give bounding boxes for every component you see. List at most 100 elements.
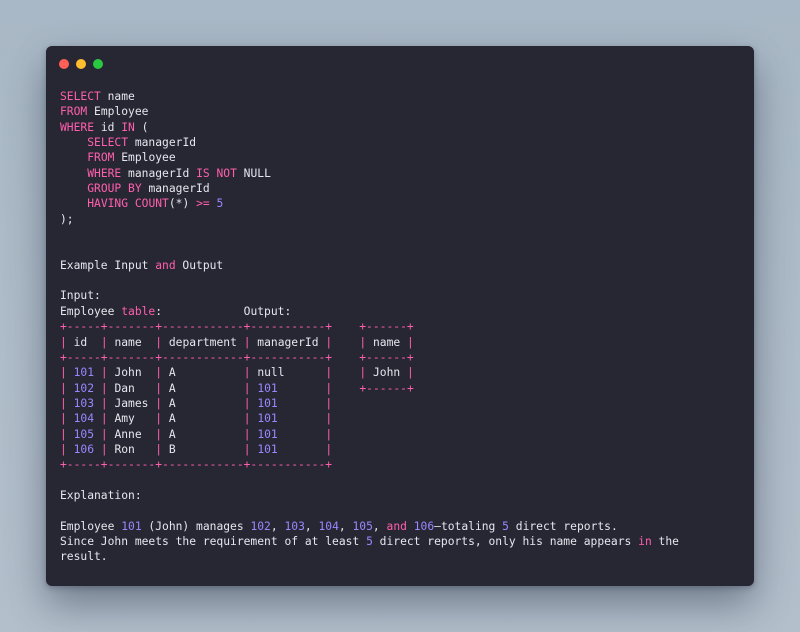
code-line: Explanation:: [60, 488, 679, 503]
code-token: |: [243, 427, 251, 441]
code-token: +-----+-------+------------+-----------+…: [60, 350, 414, 364]
code-token: ,: [304, 519, 319, 533]
code-token: 5: [366, 534, 373, 548]
code-token: |: [243, 412, 251, 426]
code-token: 5: [216, 197, 224, 211]
code-token: Employee: [87, 105, 149, 119]
code-token: A: [162, 396, 244, 410]
code-line: | 106 | Ron | B | 101 |: [60, 442, 679, 457]
code-token: 5: [502, 519, 509, 533]
code-token: |: [406, 335, 414, 349]
code-line: | 101 | John | A | null | | John |: [60, 365, 679, 380]
code-line: ​: [60, 503, 679, 518]
code-token: 101: [257, 427, 278, 441]
code-token: ,: [270, 519, 285, 533]
code-token: 105: [73, 427, 95, 441]
code-token: Explanation:: [60, 488, 142, 502]
code-token: |: [407, 366, 414, 380]
code-token: |: [325, 442, 333, 456]
code-token: : Output:: [155, 304, 292, 318]
code-line: GROUP BY managerId: [60, 181, 679, 196]
code-token: A: [162, 381, 244, 395]
code-line: Example Input and Output: [60, 258, 679, 273]
code-token: |: [100, 442, 108, 456]
code-token: SELECT: [87, 136, 129, 150]
window-controls: [59, 59, 103, 69]
code-line: | 102 | Dan | A | 101 | +------+: [60, 381, 679, 396]
code-token: result.: [60, 550, 108, 564]
code-token: A: [162, 412, 244, 426]
code-token: 101: [121, 519, 142, 533]
code-token: department: [162, 335, 244, 349]
code-token: |: [100, 427, 108, 441]
code-line: | 103 | James | A | 101 |: [60, 396, 679, 411]
code-token: ,: [372, 519, 387, 533]
code-token: managerId: [128, 136, 197, 150]
code-token: Ron: [107, 442, 156, 456]
code-token: 103: [73, 396, 95, 410]
code-line: | 104 | Amy | A | 101 |: [60, 411, 679, 426]
code-token: |: [325, 412, 333, 426]
code-line: | id | name | department | managerId | |…: [60, 335, 679, 350]
code-token: 101: [73, 366, 95, 380]
code-line: +-----+-------+------------+-----------+…: [60, 350, 679, 365]
code-token: );: [60, 212, 74, 226]
code-token: |: [60, 335, 67, 349]
code-token: GROUP BY: [87, 182, 142, 196]
code-token: +-----+-------+------------+-----------+: [60, 458, 333, 472]
code-token: COUNT: [134, 197, 169, 211]
code-line: WHERE managerId IS NOT NULL: [60, 166, 679, 181]
code-token: Amy: [107, 412, 156, 426]
code-token: 102: [250, 519, 271, 533]
code-token: |: [60, 366, 67, 380]
code-token: |: [243, 442, 251, 456]
code-token: IS NOT: [196, 166, 237, 180]
code-token: +------+: [359, 381, 414, 395]
code-token: |: [60, 412, 67, 426]
code-token: and: [155, 258, 176, 272]
code-token: NULL: [236, 166, 271, 180]
code-token: 106: [73, 442, 95, 456]
code-line: Employee 101 (John) manages 102, 103, 10…: [60, 519, 679, 534]
code-token: FROM: [87, 151, 115, 165]
code-token: Since John meets the requirement of at l…: [60, 534, 367, 548]
code-token: A: [162, 366, 244, 380]
code-token: 101: [257, 396, 278, 410]
code-token: Employee: [60, 304, 122, 318]
code-token: Employee: [60, 519, 122, 533]
code-token: the: [651, 534, 679, 548]
code-line: SELECT name: [60, 89, 679, 104]
code-token: Anne: [107, 427, 156, 441]
code-token: A: [162, 427, 244, 441]
code-token: —totaling: [434, 519, 503, 533]
code-token: id: [66, 335, 101, 349]
code-token: managerId: [250, 335, 326, 349]
code-token: |: [60, 381, 67, 395]
code-token: direct reports.: [508, 519, 618, 533]
code-token: (*): [168, 197, 197, 211]
code-token: |: [243, 381, 251, 395]
code-line: );: [60, 212, 679, 227]
minimize-dot-icon[interactable]: [76, 59, 86, 69]
close-dot-icon[interactable]: [59, 59, 69, 69]
code-block: SELECT name FROM Employee WHERE id IN ( SE…: [60, 89, 679, 565]
code-line: Employee table: Output:: [60, 304, 679, 319]
code-token: 104: [318, 519, 339, 533]
code-token: Employee: [114, 151, 176, 165]
code-line: HAVING COUNT(*) >= 5: [60, 196, 679, 211]
code-token: (John) manages: [141, 519, 251, 533]
code-token: Example Input: [60, 258, 156, 272]
zoom-dot-icon[interactable]: [93, 59, 103, 69]
code-token: 105: [352, 519, 373, 533]
